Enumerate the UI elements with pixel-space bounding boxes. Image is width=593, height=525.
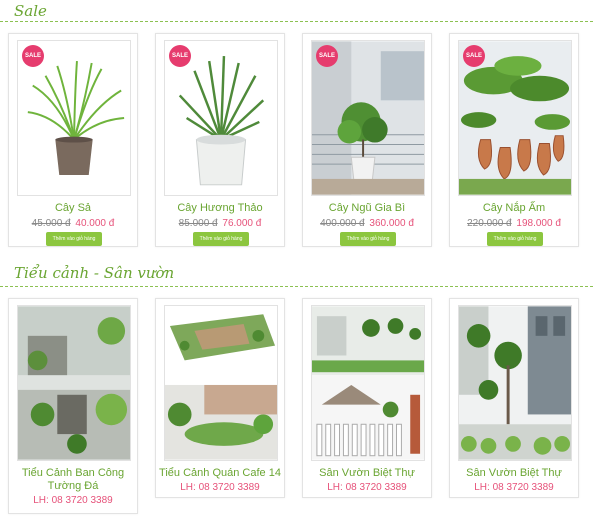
add-to-cart-button[interactable]: Thêm vào giỏ hàng <box>340 232 396 246</box>
product-image[interactable] <box>164 305 278 461</box>
product-card[interactable]: SALE Cây Ngũ Gia Bì 400.000 đ 360.000 đ … <box>302 33 432 247</box>
sale-price: 360.000 đ <box>369 218 414 229</box>
product-name[interactable]: Cây Sả <box>11 202 135 215</box>
sale-price: 76.000 đ <box>222 218 262 229</box>
old-price: 45.000 đ <box>31 218 71 229</box>
villa-garden-image <box>459 306 571 460</box>
old-price: 85.000 đ <box>178 218 218 229</box>
product-name[interactable]: Cây Nắp Ấm <box>452 202 576 215</box>
product-card[interactable]: SALE Cây Sả 45.000 đ 40.000 đ Thêm vào g… <box>8 33 138 247</box>
product-card[interactable]: Tiểu Cảnh Quán Cafe 14 LH: 08 3720 3389 <box>155 298 285 498</box>
add-to-cart-button[interactable]: Thêm vào giỏ hàng <box>46 232 102 246</box>
section-title-landscape: Tiểu cảnh - Sân vườn <box>14 264 175 282</box>
contact-phone: LH: 08 3720 3389 <box>33 495 113 506</box>
contact-phone: LH: 08 3720 3389 <box>180 482 260 493</box>
product-image[interactable]: SALE <box>164 40 278 196</box>
old-price: 220.000 đ <box>467 218 512 229</box>
product-card[interactable]: Sân Vườn Biệt Thự LH: 08 3720 3389 <box>449 298 579 498</box>
section-divider <box>0 286 593 287</box>
old-price: 400.000 đ <box>320 218 365 229</box>
balcony-garden-image <box>18 306 130 460</box>
product-name[interactable]: Tiểu Cảnh Quán Cafe 14 <box>158 467 282 480</box>
price-row: 400.000 đ 360.000 đ <box>303 218 431 229</box>
sale-badge: SALE <box>22 45 44 67</box>
product-card[interactable]: SALE Cây Nắp Ấm 220.000 đ 198.000 đ Thêm… <box>449 33 579 247</box>
price-row: 45.000 đ 40.000 đ <box>9 218 137 229</box>
add-to-cart-button[interactable]: Thêm vào giỏ hàng <box>193 232 249 246</box>
product-card[interactable]: SALE Cây Hương Thảo 85.000 đ 76.000 đ Th… <box>155 33 285 247</box>
sale-badge: SALE <box>169 45 191 67</box>
product-name[interactable]: Cây Ngũ Gia Bì <box>305 202 429 215</box>
product-name[interactable]: Sân Vườn Biệt Thự <box>452 467 576 480</box>
sale-price: 198.000 đ <box>516 218 561 229</box>
contact-phone: LH: 08 3720 3389 <box>474 482 554 493</box>
add-to-cart-button[interactable]: Thêm vào giỏ hàng <box>487 232 543 246</box>
product-card[interactable]: Tiểu Cảnh Ban Công Tường Đá LH: 08 3720 … <box>8 298 138 514</box>
product-image[interactable] <box>311 305 425 461</box>
sale-price: 40.000 đ <box>75 218 115 229</box>
product-image[interactable]: SALE <box>311 40 425 196</box>
product-name[interactable]: Tiểu Cảnh Ban Công Tường Đá <box>11 467 135 493</box>
section-divider <box>0 21 593 22</box>
price-row: 220.000 đ 198.000 đ <box>450 218 578 229</box>
sale-badge: SALE <box>463 45 485 67</box>
price-row: 85.000 đ 76.000 đ <box>156 218 284 229</box>
contact-phone: LH: 08 3720 3389 <box>327 482 407 493</box>
cafe-garden-image <box>165 306 277 460</box>
product-name[interactable]: Cây Hương Thảo <box>158 202 282 215</box>
section-title-sale: Sale <box>14 2 47 20</box>
sale-badge: SALE <box>316 45 338 67</box>
villa-garden-image <box>312 306 424 460</box>
product-name[interactable]: Sân Vườn Biệt Thự <box>305 467 429 480</box>
product-image[interactable]: SALE <box>458 40 572 196</box>
product-image[interactable] <box>17 305 131 461</box>
product-card[interactable]: Sân Vườn Biệt Thự LH: 08 3720 3389 <box>302 298 432 498</box>
product-image[interactable]: SALE <box>17 40 131 196</box>
product-image[interactable] <box>458 305 572 461</box>
